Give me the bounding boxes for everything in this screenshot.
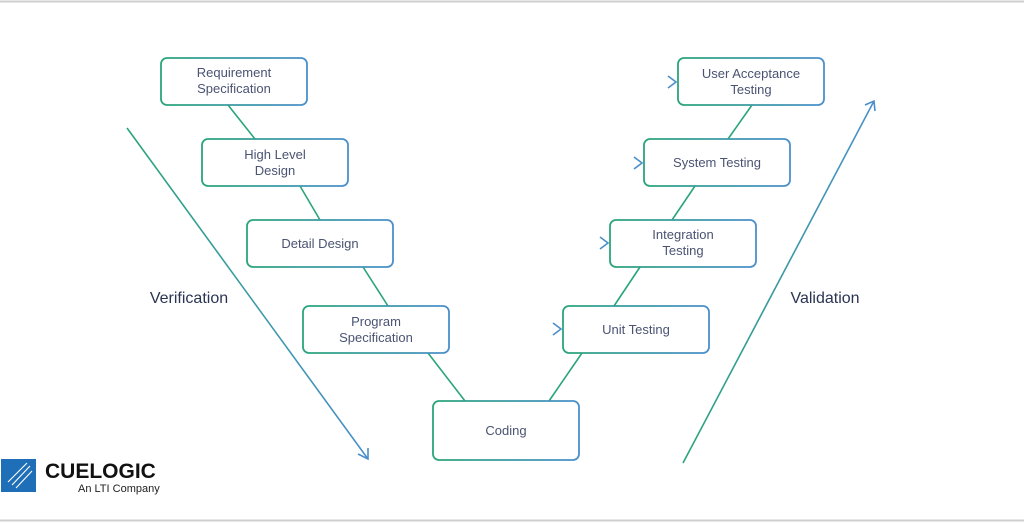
logo-name: CUELOGIC xyxy=(45,460,156,483)
program-label-1: Program xyxy=(351,314,401,329)
arrow-detail-to-integration xyxy=(393,236,610,250)
integration-label-2: Testing xyxy=(662,243,703,258)
validation-label: Validation xyxy=(790,290,859,307)
logo-tagline: An LTI Company xyxy=(78,483,160,495)
verification-label: Verification xyxy=(150,290,228,307)
cuelogic-logo: CUELOGIC An LTI Company xyxy=(1,459,160,495)
requirement-label-1: Requirement xyxy=(197,65,272,80)
detail-design-label: Detail Design xyxy=(281,236,358,251)
high-level-label-2: Design xyxy=(255,163,295,178)
v-model-diagram: Verification Validation Requirement Spec… xyxy=(0,0,1024,522)
program-label-2: Specification xyxy=(339,330,413,345)
logo-mark-icon xyxy=(1,459,36,492)
unit-testing-label: Unit Testing xyxy=(602,322,670,337)
coding-label: Coding xyxy=(485,423,526,438)
arrow-highlevel-to-system xyxy=(348,156,644,170)
uat-label-2: Testing xyxy=(730,82,771,97)
integration-label-1: Integration xyxy=(652,227,713,242)
uat-label-1: User Acceptance xyxy=(702,66,800,81)
arrow-program-to-unit xyxy=(449,322,563,336)
system-testing-label: System Testing xyxy=(673,155,761,170)
high-level-label-1: High Level xyxy=(244,147,306,162)
arrow-requirement-to-uat xyxy=(307,75,678,89)
requirement-label-2: Specification xyxy=(197,81,271,96)
